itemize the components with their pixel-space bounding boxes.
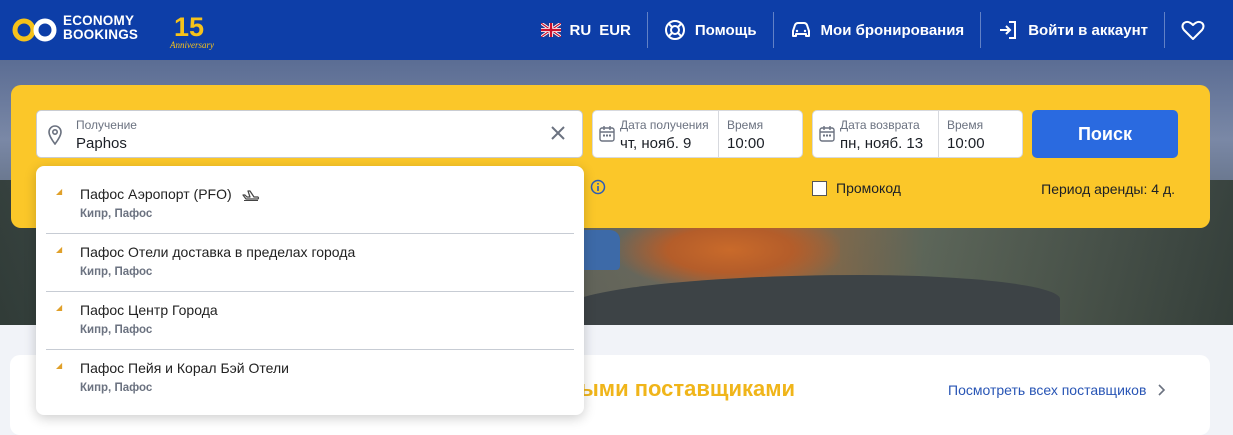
pickup-date-label: Дата получения — [620, 118, 709, 132]
suggestion-subtitle: Кипр, Пафос — [80, 324, 153, 336]
locale-selector[interactable]: RU EUR — [525, 0, 647, 60]
suggestion-title: Пафос Отели доставка в пределах города — [80, 244, 356, 260]
currency-label: EUR — [599, 21, 631, 39]
search-button[interactable]: Поиск — [1032, 110, 1178, 158]
lifebuoy-icon — [664, 20, 685, 40]
cyprus-flag-icon: ◢ — [56, 303, 63, 312]
favorites-button[interactable] — [1165, 0, 1233, 60]
language-label: RU — [569, 21, 592, 39]
pickup-time-label: Время — [727, 118, 764, 132]
help-link[interactable]: Помощь — [648, 0, 773, 60]
return-date-field[interactable]: Дата возврата пн, нояб. 13 — [813, 111, 939, 157]
suggestion-item[interactable]: ◢ Пафос Отели доставка в пределах города… — [36, 224, 584, 282]
car-icon — [791, 22, 810, 37]
suggestion-item[interactable]: ◢ Пафос Аэропорт (PFO) Кипр, Пафос — [36, 166, 584, 224]
rental-period: Период аренды: 4 д. — [1041, 181, 1175, 197]
help-label: Помощь — [694, 21, 757, 39]
logo-mark-icon — [12, 18, 57, 42]
return-datetime-field: Дата возврата пн, нояб. 13 Время 10:00 — [812, 110, 1023, 158]
return-date-value: пн, нояб. 13 — [840, 135, 924, 152]
return-time-value: 10:00 — [947, 135, 985, 152]
login-icon — [1000, 21, 1017, 39]
uk-flag-icon — [540, 23, 561, 37]
pickup-input[interactable]: Paphos — [76, 135, 127, 152]
suggestion-title: Пафос Центр Города — [80, 302, 218, 318]
suggestion-title: Пафос Аэропорт (PFO) — [80, 186, 260, 202]
calendar-icon — [599, 126, 615, 142]
anniversary-number: 15 — [174, 12, 205, 42]
heart-icon — [1181, 20, 1205, 40]
logo-text: ECONOMY BOOKINGS — [63, 14, 138, 41]
logo-line-1: ECONOMY — [63, 13, 135, 28]
pickup-label: Получение — [76, 118, 137, 132]
login-label: Войти в аккаунт — [1028, 21, 1148, 39]
suggestion-subtitle: Кипр, Пафос — [80, 208, 153, 220]
location-pin-icon — [48, 125, 62, 145]
clear-icon[interactable] — [550, 125, 566, 141]
anniversary-badge: 15 Anniversary — [164, 12, 224, 52]
pickup-date-field[interactable]: Дата получения чт, нояб. 9 — [593, 111, 719, 157]
suggestion-title: Пафос Пейя и Корал Бэй Отели — [80, 360, 289, 376]
suggestion-subtitle: Кипр, Пафос — [80, 382, 153, 394]
suggestion-item[interactable]: ◢ Пафос Пейя и Корал Бэй Отели Кипр, Паф… — [36, 340, 584, 398]
plane-icon — [242, 190, 259, 201]
cyprus-flag-icon: ◢ — [56, 245, 63, 254]
header: ECONOMY BOOKINGS 15 Anniversary RU EUR П… — [0, 0, 1233, 60]
suppliers-title: ыми поставщиками — [580, 376, 796, 401]
location-suggestions: ◢ Пафос Аэропорт (PFO) Кипр, Пафос ◢ Паф… — [36, 166, 584, 415]
promo-code-checkbox[interactable]: Промокод — [812, 180, 901, 196]
calendar-icon — [819, 126, 835, 142]
cyprus-flag-icon: ◢ — [56, 187, 63, 196]
pickup-datetime-field: Дата получения чт, нояб. 9 Время 10:00 — [592, 110, 803, 158]
return-time-label: Время — [947, 118, 984, 132]
info-icon[interactable] — [590, 179, 606, 195]
all-suppliers-link[interactable]: Посмотреть всех поставщиков — [948, 382, 1166, 398]
my-bookings-link[interactable]: Мои бронирования — [774, 0, 981, 60]
promo-label: Промокод — [836, 180, 901, 196]
suggestion-subtitle: Кипр, Пафос — [80, 266, 153, 278]
chevron-right-icon — [1158, 384, 1166, 396]
pickup-time-field[interactable]: Время 10:00 — [719, 111, 803, 157]
my-bookings-label: Мои бронирования — [820, 21, 965, 39]
checkbox[interactable] — [812, 180, 827, 196]
pickup-location-field[interactable]: Получение Paphos — [36, 110, 583, 158]
anniversary-word: Anniversary — [170, 40, 214, 50]
return-time-field[interactable]: Время 10:00 — [939, 111, 1023, 157]
logo-line-2: BOOKINGS — [63, 26, 139, 42]
suggestion-title-text: Пафос Аэропорт (PFO) — [80, 186, 232, 202]
cyprus-flag-icon: ◢ — [56, 361, 63, 370]
suggestion-item[interactable]: ◢ Пафос Центр Города Кипр, Пафос — [36, 282, 584, 340]
pickup-time-value: 10:00 — [727, 135, 765, 152]
return-date-label: Дата возврата — [840, 118, 920, 132]
pickup-date-value: чт, нояб. 9 — [620, 135, 692, 152]
login-link[interactable]: Войти в аккаунт — [981, 0, 1164, 60]
all-suppliers-label: Посмотреть всех поставщиков — [948, 382, 1147, 398]
top-nav: RU EUR Помощь Мои бронирования Войти в а… — [525, 0, 1233, 60]
